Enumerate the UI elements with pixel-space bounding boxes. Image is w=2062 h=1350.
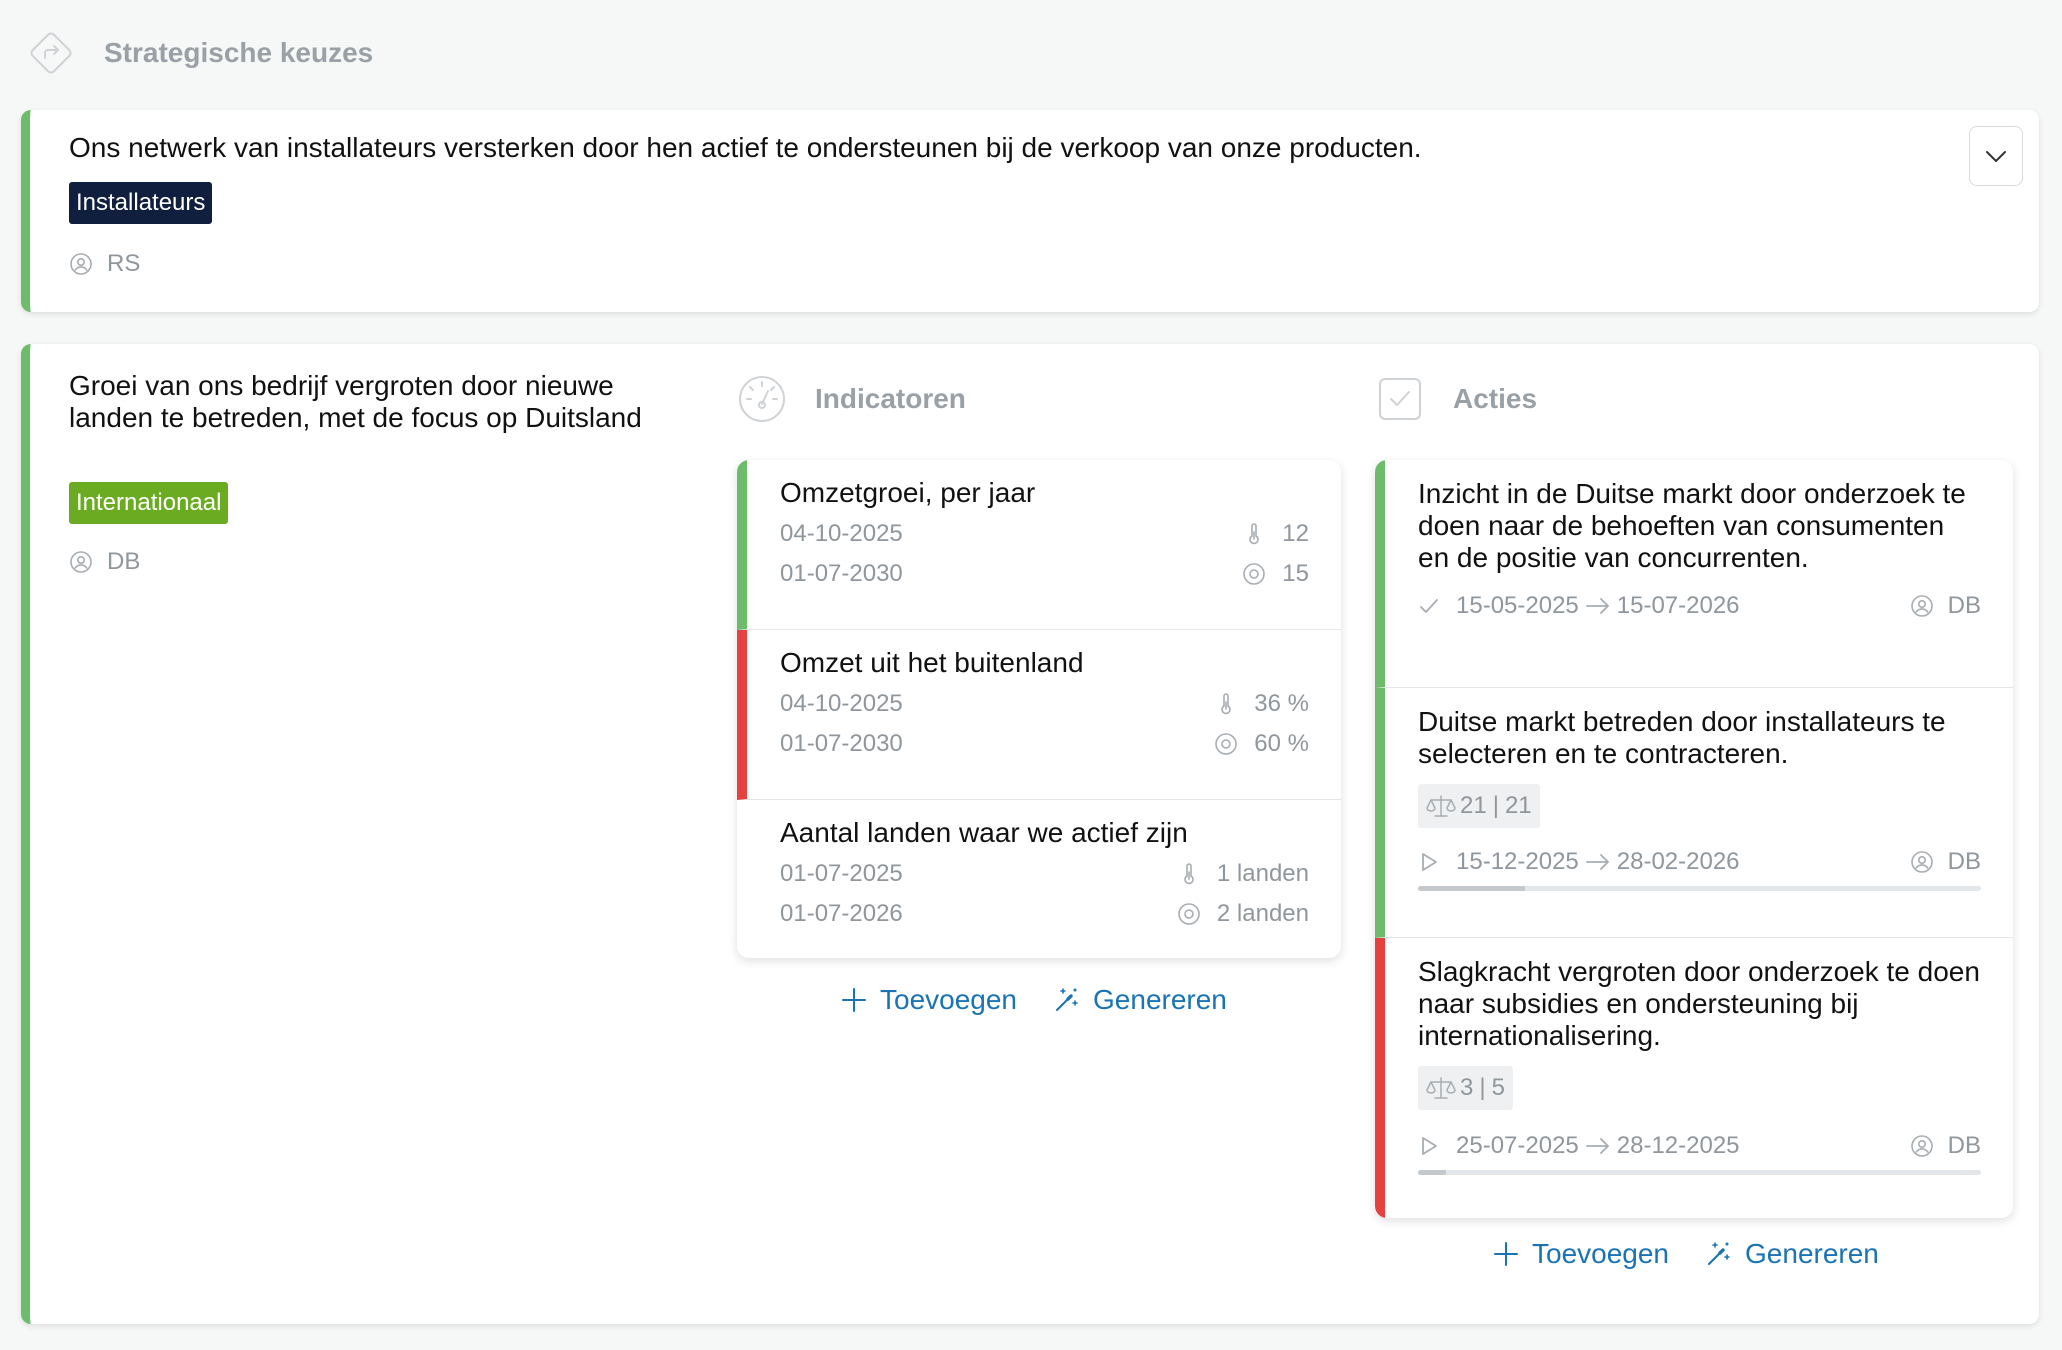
action-title: Duitse markt betreden door installateurs…	[1418, 706, 1946, 769]
indicator-generate-link[interactable]: Genereren	[1053, 984, 1227, 1016]
action-item[interactable]: Slagkracht vergroten door onderzoek te d…	[1375, 938, 2013, 1218]
action-start-date: 15-05-2025	[1456, 592, 1579, 619]
action-end-date: 15-07-2026	[1616, 592, 1740, 619]
indicator-title: Omzetgroei, per jaar	[780, 477, 1036, 508]
choice-tag[interactable]: Internationaal	[69, 482, 229, 524]
section-title: Strategische keuzes	[104, 37, 374, 68]
strategic-choice-card-expanded[interactable]: Groei van ons bedrijf vergroten door nie…	[21, 344, 2039, 1324]
thermometer-icon	[1184, 863, 1194, 885]
target-icon	[1178, 903, 1200, 925]
score-badge: 3 | 5	[1418, 1066, 1513, 1110]
chevron-down-icon	[1986, 151, 2006, 162]
generate-label: Genereren	[1093, 984, 1227, 1015]
indicator-start-date: 04-10-2025	[780, 520, 903, 547]
indicator-start-date: 01-07-2025	[780, 860, 903, 887]
score-a: 21	[1460, 792, 1487, 819]
action-progress-bar	[1418, 1170, 1981, 1175]
owner-initials: DB	[1947, 592, 1981, 619]
indicator-target-date: 01-07-2030	[780, 560, 903, 587]
action-title: Inzicht in de Duitse markt door onderzoe…	[1418, 478, 1966, 573]
score-badge: 21 | 21	[1418, 784, 1540, 828]
actions-title: Acties	[1453, 383, 1538, 414]
owner-initials: DB	[1947, 1132, 1981, 1159]
action-item[interactable]: Inzicht in de Duitse markt door onderzoe…	[1375, 460, 2013, 688]
action-add-link[interactable]: Toevoegen	[1492, 1238, 1669, 1270]
owner-initials: DB	[107, 548, 141, 575]
strategic-choice-card[interactable]: Ons netwerk van installateurs versterken…	[21, 110, 2039, 312]
check-icon	[1420, 599, 1438, 613]
action-end-date: 28-02-2026	[1616, 848, 1740, 875]
indicator-target-value: 15	[1282, 560, 1309, 587]
play-icon	[1422, 853, 1437, 871]
action-start-date: 15-12-2025	[1456, 848, 1579, 875]
indicator-links: Toevoegen Genereren	[840, 984, 1227, 1016]
actions-header: Acties	[1375, 374, 1537, 424]
indicator-target-date: 01-07-2026	[780, 900, 903, 927]
indicator-list: Omzetgroei, per jaar 04-10-2025 12 01-07…	[737, 460, 1341, 958]
indicators-header: Indicatoren	[737, 374, 966, 424]
plus-icon	[1494, 1242, 1518, 1266]
choice-text: Ons netwerk van installateurs versterken…	[69, 132, 1422, 163]
action-end-date: 28-12-2025	[1616, 1132, 1740, 1159]
owner-initials: DB	[1947, 848, 1981, 875]
choice-tag[interactable]: Installateurs	[69, 182, 213, 224]
indicator-item[interactable]: Omzet uit het buitenland 04-10-2025 36 %…	[737, 630, 1341, 800]
arrow-right-icon	[1585, 1138, 1609, 1154]
indicator-add-link[interactable]: Toevoegen	[840, 984, 1017, 1016]
action-title: Slagkracht vergroten door onderzoek te d…	[1418, 956, 1980, 1051]
section-header: Strategische keuzes	[26, 28, 373, 78]
thermometer-icon	[1221, 693, 1232, 715]
add-label: Toevoegen	[880, 984, 1018, 1015]
score-a: 3	[1460, 1074, 1474, 1101]
indicator-current-value: 36 %	[1254, 690, 1309, 717]
expand-button[interactable]	[1969, 126, 2023, 186]
indicator-start-date: 04-10-2025	[780, 690, 903, 717]
user-icon	[70, 253, 92, 275]
user-icon	[1910, 1135, 1933, 1157]
target-icon	[1215, 733, 1238, 755]
indicator-title: Aantal landen waar we actief zijn	[780, 817, 1188, 848]
target-icon	[1243, 563, 1266, 585]
play-icon	[1422, 1137, 1437, 1155]
indicator-title: Omzet uit het buitenland	[780, 647, 1084, 678]
action-item[interactable]: Duitse markt betreden door installateurs…	[1375, 688, 2013, 938]
gauge-icon	[737, 374, 787, 424]
indicator-current-value: 1 landen	[1216, 860, 1309, 887]
plus-icon	[842, 988, 866, 1012]
magic-wand-icon	[1708, 1242, 1730, 1265]
arrow-right-icon	[1585, 598, 1609, 614]
owner-initials: RS	[107, 250, 141, 277]
score-b: 5	[1491, 1074, 1505, 1101]
indicator-item[interactable]: Omzetgroei, per jaar 04-10-2025 12 01-07…	[737, 460, 1341, 630]
score-b: 21	[1504, 792, 1532, 819]
choice-text: Groei van ons bedrijf vergroten door nie…	[69, 370, 642, 433]
scale-icon	[1426, 1077, 1456, 1099]
action-list: Inzicht in de Duitse markt door onderzoe…	[1375, 460, 2013, 1218]
arrow-right-icon	[1585, 854, 1609, 870]
action-links: Toevoegen Genereren	[1492, 1238, 1879, 1270]
action-progress-bar	[1418, 886, 1981, 891]
user-icon	[70, 551, 92, 573]
indicators-title: Indicatoren	[815, 383, 966, 414]
indicator-target-date: 01-07-2030	[780, 730, 903, 757]
choice-owner: DB	[69, 548, 140, 576]
add-label: Toevoegen	[1532, 1238, 1670, 1269]
action-generate-link[interactable]: Genereren	[1705, 1238, 1879, 1270]
generate-label: Genereren	[1745, 1238, 1879, 1269]
scale-icon	[1426, 795, 1456, 817]
indicator-item[interactable]: Aantal landen waar we actief zijn 01-07-…	[737, 800, 1341, 958]
indicator-target-value: 60 %	[1254, 730, 1309, 757]
indicator-target-value: 2 landen	[1216, 900, 1309, 927]
direction-sign-icon	[26, 28, 76, 78]
user-icon	[1910, 595, 1933, 617]
choice-owner: RS	[69, 250, 140, 278]
indicator-current-value: 12	[1282, 520, 1309, 547]
magic-wand-icon	[1056, 988, 1078, 1011]
thermometer-icon	[1249, 523, 1260, 545]
action-start-date: 25-07-2025	[1456, 1132, 1579, 1159]
user-icon	[1910, 851, 1933, 873]
checkbox-icon	[1375, 374, 1425, 424]
